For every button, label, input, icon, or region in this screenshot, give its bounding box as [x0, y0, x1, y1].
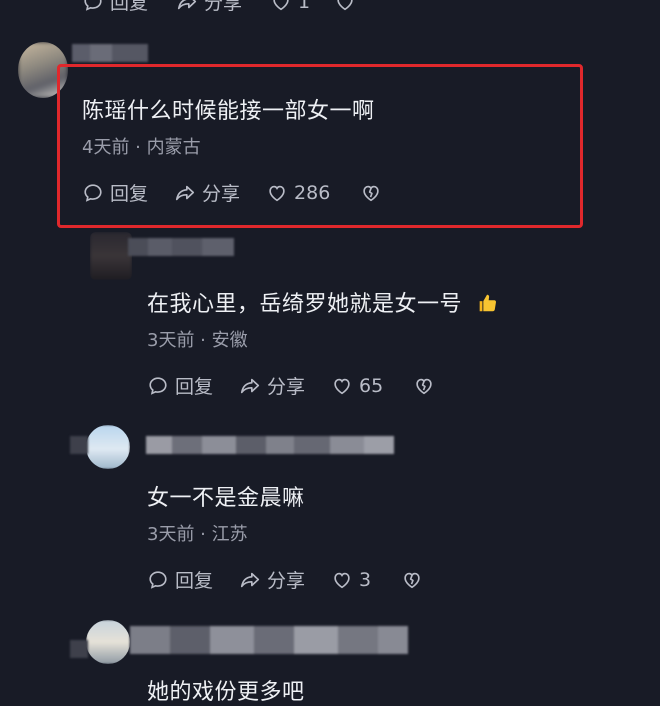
reply-button[interactable]: 回复 [175, 566, 213, 593]
broken-heart-icon[interactable] [413, 375, 435, 397]
username-blurred [70, 436, 88, 454]
username-blurred [72, 44, 148, 62]
heart-icon[interactable] [331, 375, 353, 397]
comment-actions: 回复 分享 286 [82, 179, 382, 206]
broken-heart-icon[interactable] [360, 182, 382, 204]
comment-text: 她的戏份更多吧 [147, 680, 305, 705]
avatar[interactable] [86, 425, 130, 469]
heart-icon[interactable] [331, 569, 353, 591]
top-action-row: 回复 分享 1 [82, 0, 356, 15]
share-button[interactable]: 分享 [267, 372, 305, 399]
share-button[interactable]: 分享 [204, 0, 242, 15]
reply-button[interactable]: 回复 [110, 0, 148, 15]
comment-text: 陈瑶什么时候能接一部女一啊 [82, 99, 375, 124]
share-button[interactable]: 分享 [202, 179, 240, 206]
comment-bubble-icon[interactable] [147, 569, 169, 591]
share-arrow-icon[interactable] [239, 375, 261, 397]
like-count: 1 [298, 0, 311, 13]
username-blurred [70, 640, 88, 658]
heart-icon[interactable] [270, 0, 292, 13]
like-count: 3 [359, 568, 372, 591]
heart-icon[interactable] [266, 182, 288, 204]
like-count: 65 [359, 374, 384, 397]
avatar[interactable] [86, 620, 130, 664]
avatar[interactable] [90, 232, 132, 280]
comment-text: 在我心里，岳绮罗她就是女一号 [147, 292, 463, 317]
comment-meta: 4天前 · 内蒙古 [82, 137, 201, 158]
share-arrow-icon[interactable] [239, 569, 261, 591]
comment-bubble-icon[interactable] [82, 182, 104, 204]
comment-meta: 3天前 · 江苏 [147, 524, 248, 545]
share-arrow-icon[interactable] [174, 182, 196, 204]
thumbs-up-emoji [476, 292, 498, 314]
comment-text-row: 在我心里，岳绮罗她就是女一号 [147, 286, 498, 318]
comment-bubble-icon[interactable] [82, 0, 104, 13]
comment-actions: 回复 分享 65 [147, 372, 435, 399]
reply-button[interactable]: 回复 [110, 179, 148, 206]
broken-heart-icon[interactable] [334, 0, 356, 13]
share-button[interactable]: 分享 [267, 566, 305, 593]
username-blurred [146, 436, 394, 454]
like-count: 286 [294, 181, 331, 204]
comment-bubble-icon[interactable] [147, 375, 169, 397]
username-blurred [128, 238, 234, 256]
comment-actions: 回复 分享 3 [147, 566, 423, 593]
comment-text: 女一不是金晨嘛 [147, 486, 305, 511]
share-arrow-icon[interactable] [176, 0, 198, 13]
username-blurred [130, 626, 408, 654]
comment-meta: 3天前 · 安徽 [147, 330, 248, 351]
reply-button[interactable]: 回复 [175, 372, 213, 399]
broken-heart-icon[interactable] [401, 569, 423, 591]
